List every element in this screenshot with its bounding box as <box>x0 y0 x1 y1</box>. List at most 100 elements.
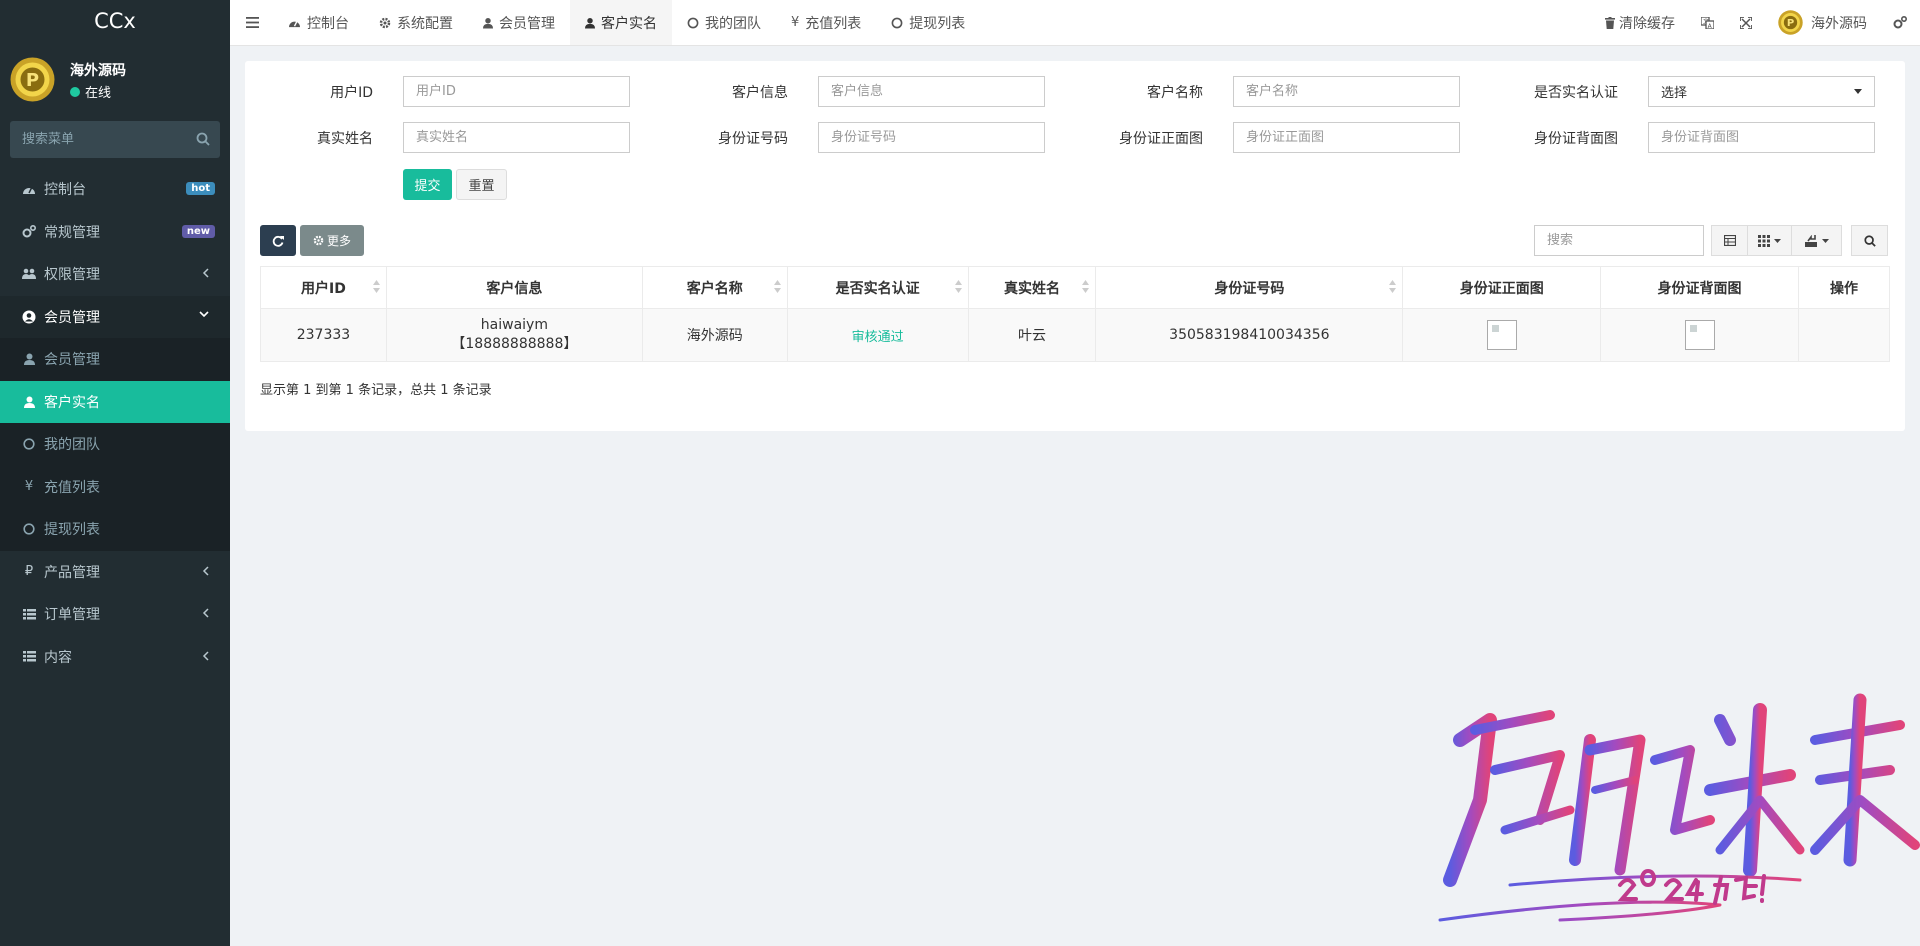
tab-label: 会员管理 <box>499 15 555 32</box>
search-icon[interactable] <box>196 132 210 146</box>
tab-recharge-list[interactable]: ¥ 充值列表 <box>776 0 876 45</box>
more-button[interactable]: 更多 <box>300 225 364 256</box>
sidebar-toggle[interactable] <box>230 0 273 45</box>
column-header[interactable]: 客户名称 <box>641 266 788 309</box>
caret-down-icon <box>1854 89 1862 94</box>
sidebar-item-recharge-list[interactable]: ¥ 充值列表 <box>0 465 230 508</box>
sidebar-item-products[interactable]: ₽ 产品管理 <box>0 551 230 594</box>
tab-my-team[interactable]: 我的团队 <box>672 0 776 45</box>
refresh-button[interactable] <box>260 225 296 256</box>
customer-info-input[interactable] <box>818 76 1045 107</box>
sidebar-item-label: 控制台 <box>44 182 86 199</box>
sidebar-search-input[interactable] <box>10 121 180 158</box>
sidebar-item-member-manage[interactable]: 会员管理 <box>0 338 230 381</box>
clear-cache-label: 清除缓存 <box>1619 15 1675 32</box>
sidebar-item-members[interactable]: 会员管理 <box>0 295 230 338</box>
avatar: P <box>10 57 55 102</box>
filter-label-user-id: 用户ID <box>330 85 373 101</box>
sidebar-search <box>10 121 220 158</box>
cell-id-front <box>1402 308 1602 362</box>
language-button[interactable]: 文A <box>1688 0 1727 45</box>
real-name-input[interactable] <box>403 122 630 153</box>
id-back-image[interactable] <box>1684 320 1715 350</box>
gear-icon <box>379 17 391 29</box>
nav-tabs: 控制台 系统配置 会员管理 客户实名 我的团队 ¥ 充值列表 提现列表 <box>230 0 980 45</box>
brand-logo[interactable]: CCx <box>0 0 230 45</box>
caret-down-icon <box>1821 238 1829 243</box>
sidebar-item-customer-verify[interactable]: 客户实名 <box>0 380 230 423</box>
export-icon <box>1804 234 1818 247</box>
filter-label-real-name: 真实姓名 <box>317 131 373 147</box>
submit-button[interactable]: 提交 <box>403 169 452 200</box>
sidebar-item-permissions[interactable]: 权限管理 <box>0 253 230 296</box>
verified-select[interactable]: 选择 <box>1648 76 1875 107</box>
toggle-view-button[interactable] <box>1711 225 1748 256</box>
filter-label-id-front: 身份证正面图 <box>1119 131 1203 147</box>
watermark-logo <box>1420 680 1920 946</box>
gear-icon <box>313 235 324 246</box>
verified-select-value: 选择 <box>1661 86 1688 101</box>
column-header: 操作 <box>1797 266 1891 309</box>
chevron-left-icon <box>202 267 210 279</box>
sidebar-item-content[interactable]: 内容 <box>0 636 230 679</box>
tab-member-manage[interactable]: 会员管理 <box>468 0 570 45</box>
tab-withdraw-list[interactable]: 提现列表 <box>876 0 980 45</box>
table-search-input[interactable] <box>1534 225 1704 256</box>
verified-status[interactable]: 审核通过 <box>852 330 904 345</box>
id-number-input[interactable] <box>818 122 1045 153</box>
cell-customer-info: haiwaiym 【18888888888】 <box>385 308 643 362</box>
list-icon <box>22 608 36 620</box>
sidebar-item-label: 产品管理 <box>44 564 100 581</box>
filter-label-id-back: 身份证背面图 <box>1534 131 1618 147</box>
filter-label-customer-info: 客户信息 <box>732 85 788 101</box>
tab-label: 提现列表 <box>909 15 966 32</box>
column-header[interactable]: 身份证号码 <box>1095 266 1404 309</box>
tab-customer-verify[interactable]: 客户实名 <box>570 0 672 45</box>
advanced-search-button[interactable] <box>1851 225 1888 256</box>
id-back-input[interactable] <box>1648 122 1875 153</box>
sidebar-item-label: 权限管理 <box>44 267 100 284</box>
column-header[interactable]: 是否实名认证 <box>786 266 969 309</box>
fullscreen-icon <box>1740 16 1752 29</box>
control-sidebar-button[interactable] <box>1880 0 1920 45</box>
sidebar-item-my-team[interactable]: 我的团队 <box>0 423 230 466</box>
cell-id-back <box>1600 308 1799 362</box>
id-front-image[interactable] <box>1486 320 1517 350</box>
sidebar-item-general[interactable]: 常规管理 new <box>0 211 230 254</box>
chevron-left-icon <box>202 607 210 619</box>
tab-dashboard[interactable]: 控制台 <box>273 0 364 45</box>
sort-icon <box>1082 280 1090 293</box>
sort-icon <box>372 280 380 293</box>
user-name: 海外源码 <box>70 63 126 79</box>
ruble-icon: ₽ <box>24 564 34 580</box>
cell-real-name: 叶云 <box>967 308 1097 362</box>
fullscreen-button[interactable] <box>1727 0 1765 45</box>
cogs-icon <box>22 225 36 238</box>
reset-button[interactable]: 重置 <box>456 169 507 200</box>
tab-system-config[interactable]: 系统配置 <box>364 0 468 45</box>
sidebar-item-withdraw-list[interactable]: 提现列表 <box>0 508 230 551</box>
column-header[interactable]: 真实姓名 <box>967 266 1097 309</box>
export-button[interactable] <box>1791 225 1842 256</box>
id-front-input[interactable] <box>1233 122 1460 153</box>
customer-name-input[interactable] <box>1233 76 1460 107</box>
navbar-right: 清除缓存 文A P 海外源码 <box>1592 0 1920 45</box>
column-header[interactable]: 用户ID <box>260 266 387 309</box>
chevron-down-icon <box>198 310 210 318</box>
sidebar-item-orders[interactable]: 订单管理 <box>0 593 230 636</box>
language-icon: 文A <box>1701 16 1714 29</box>
column-header-label: 真实姓名 <box>1003 280 1060 297</box>
user-id-input[interactable] <box>403 76 630 107</box>
user-icon <box>585 17 595 29</box>
clear-cache-button[interactable]: 清除缓存 <box>1592 0 1688 45</box>
user-menu[interactable]: P 海外源码 <box>1765 0 1880 45</box>
columns-button[interactable] <box>1747 225 1792 256</box>
top-navbar: 控制台 系统配置 会员管理 客户实名 我的团队 ¥ 充值列表 提现列表 清除缓存… <box>230 0 1920 46</box>
table-row[interactable]: 237333 haiwaiym 【18888888888】 海外源码 审核通过 叶… <box>260 308 1891 362</box>
tab-label: 我的团队 <box>705 15 761 32</box>
circle-icon <box>891 17 903 29</box>
sidebar-item-dashboard[interactable]: 控制台 hot <box>0 168 230 211</box>
filter-label-customer-name: 客户名称 <box>1147 85 1203 101</box>
sidebar-item-label: 我的团队 <box>44 437 100 454</box>
sidebar-item-label: 订单管理 <box>44 607 100 624</box>
